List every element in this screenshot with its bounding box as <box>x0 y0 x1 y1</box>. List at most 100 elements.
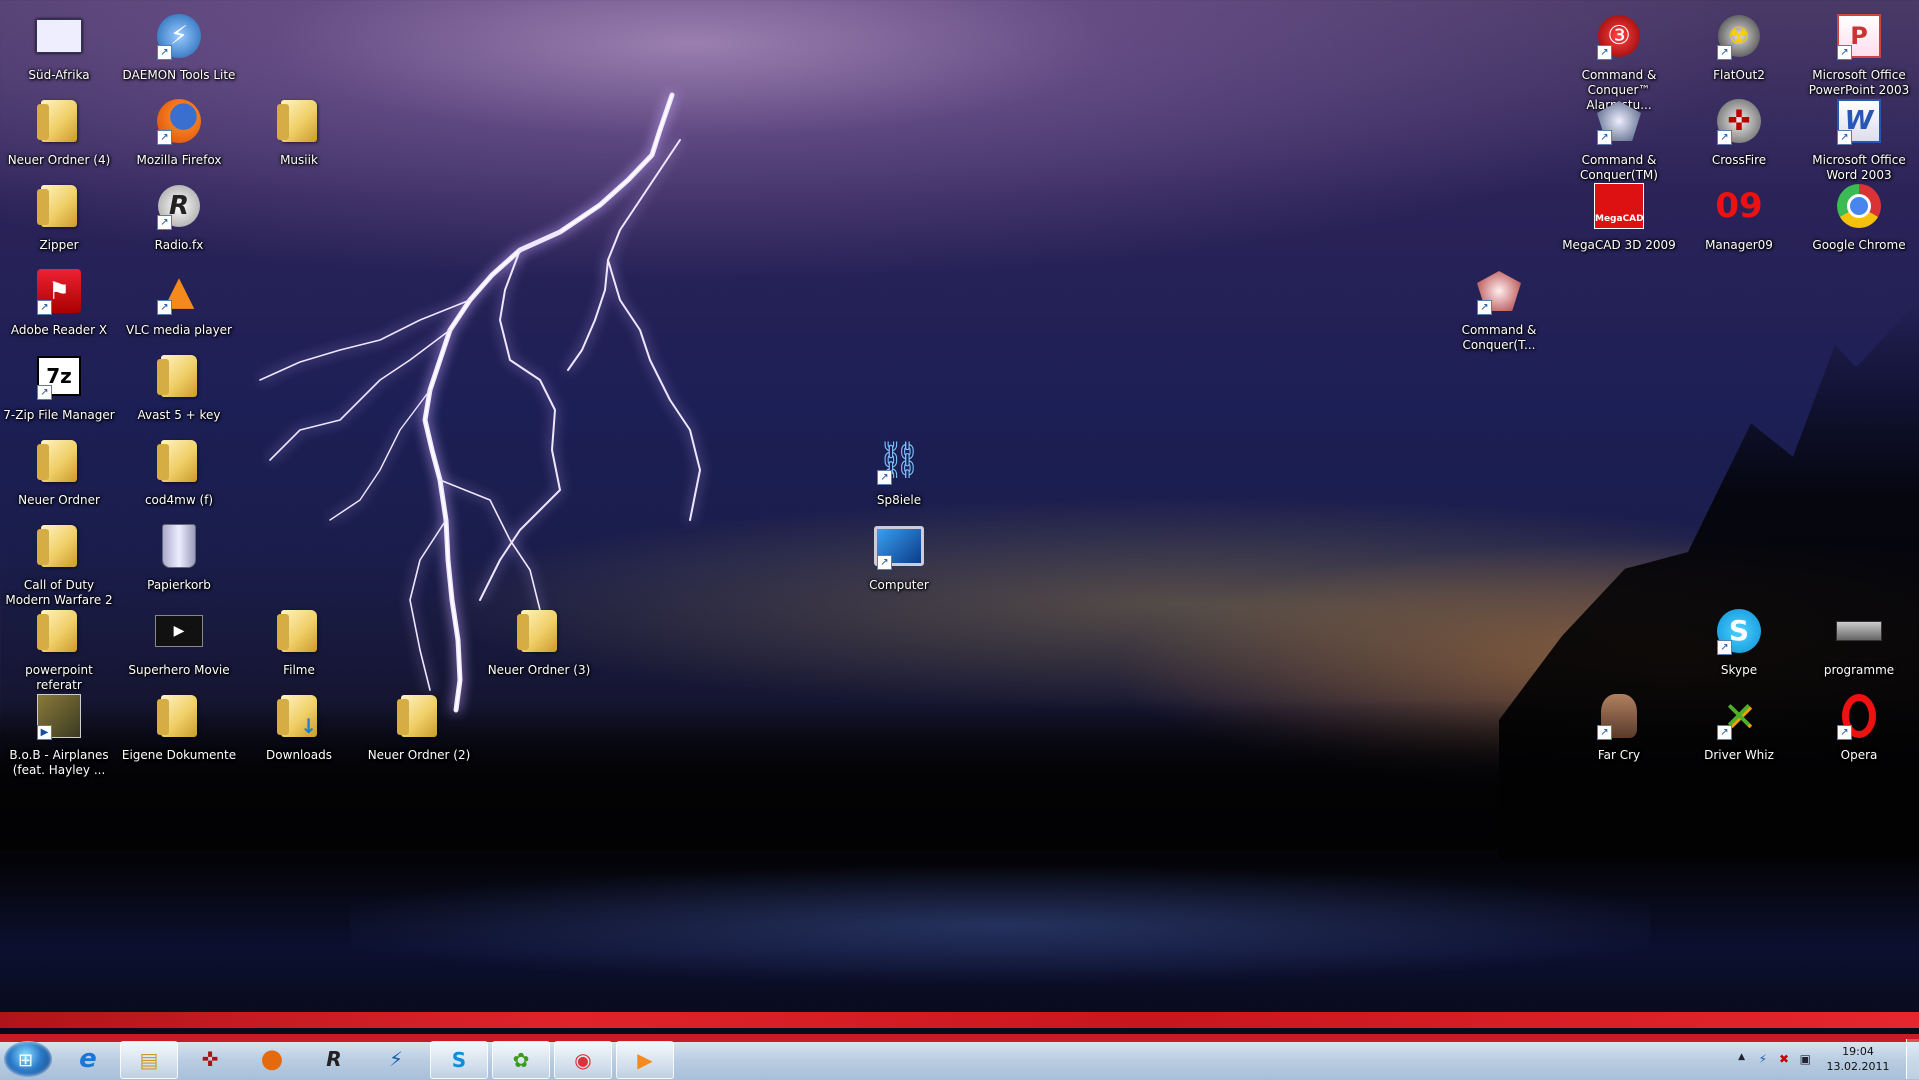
desktop-icon-neuer-ordner-2[interactable]: Neuer Ordner (2) <box>361 690 477 788</box>
start-button[interactable]: ⊞ <box>4 1041 52 1077</box>
cnc-red-alert-icon: ③ ↗ <box>1593 10 1645 62</box>
radiofx-icon: R ↗ <box>153 180 205 232</box>
desktop-icon-megacad[interactable]: MegaCAD MegaCAD 3D 2009 <box>1561 180 1677 278</box>
tray-show-hidden-icon[interactable]: ▲ <box>1738 1052 1745 1062</box>
skype-icon: S ↗ <box>1713 605 1765 657</box>
chip-icon <box>1833 605 1885 657</box>
desktop-icon-neuer-ordner[interactable]: Neuer Ordner <box>1 435 117 533</box>
desktop-icon-filme[interactable]: Filme <box>241 605 357 703</box>
taskbar-icq-icon[interactable]: ✿ <box>492 1041 550 1079</box>
desktop-icon-sp8iele[interactable]: ⛓ ↗ Sp8iele <box>841 435 957 533</box>
folder-icon <box>273 95 325 147</box>
desktop-icon-opera[interactable]: ↗ Opera <box>1801 690 1917 788</box>
desktop-icon-avast[interactable]: Avast 5 + key <box>121 350 237 448</box>
recycle-bin-icon <box>153 520 205 572</box>
taskbar-radiofx-icon[interactable]: R <box>306 1041 362 1077</box>
flatout-icon: ☢ ↗ <box>1713 10 1765 62</box>
folder-icon <box>393 690 445 742</box>
tray-volume-icon[interactable]: ▣ <box>1800 1052 1811 1066</box>
red-brush-stroke <box>0 1012 1919 1028</box>
adobe-reader-icon: ⚑ ↗ <box>33 265 85 317</box>
desktop-icon-papierkorb[interactable]: Papierkorb <box>121 520 237 618</box>
desktop-icon-cod-mw2[interactable]: Call of Duty Modern Warfare 2 <box>1 520 117 618</box>
desktop-icon-computer[interactable]: ↗ Computer <box>841 520 957 618</box>
taskbar-skype-icon[interactable]: S <box>430 1041 488 1079</box>
desktop-icon-driver-whiz[interactable]: ✕ ↗ Driver Whiz <box>1681 690 1797 788</box>
media-file-icon: ▶ <box>33 690 85 742</box>
desktop-icon-eigene-dokumente[interactable]: Eigene Dokumente <box>121 690 237 788</box>
downloads-folder-icon: ↓ <box>273 690 325 742</box>
taskbar-explorer-icon[interactable]: ▤ <box>120 1041 178 1079</box>
desktop-icon-far-cry[interactable]: ↗ Far Cry <box>1561 690 1677 788</box>
desktop-icon-sued-afrika[interactable]: Süd-Afrika <box>1 10 117 108</box>
desktop-icon-radiofx[interactable]: R ↗ Radio.fx <box>121 180 237 278</box>
desktop-icon-flatout2[interactable]: ☢ ↗ FlatOut2 <box>1681 10 1797 108</box>
desktop-icon-cnc-generals-2[interactable]: ↗ Command & Conquer(T... <box>1441 265 1557 363</box>
tray-daemon-icon[interactable]: ⚡ <box>1759 1052 1767 1066</box>
tray-network-icon[interactable]: ✖ <box>1779 1052 1789 1066</box>
cnc-generals-icon: ↗ <box>1593 95 1645 147</box>
taskbar-firefox-icon[interactable]: ● <box>244 1041 300 1077</box>
desktop-icon-superhero-movie[interactable]: ▶ Superhero Movie <box>121 605 237 703</box>
computer-icon: ↗ <box>873 520 925 572</box>
taskbar-internet-explorer-icon[interactable]: e <box>60 1041 116 1077</box>
farcry-icon: ↗ <box>1593 690 1645 742</box>
desktop-icon-7zip[interactable]: 7z ↗ 7-Zip File Manager <box>1 350 117 448</box>
desktop-icon-powerpoint-referatr[interactable]: powerpoint referatr <box>1 605 117 703</box>
folder-icon <box>33 180 85 232</box>
folder-icon <box>33 605 85 657</box>
network-icon: ⛓ ↗ <box>876 440 922 485</box>
document-icon <box>33 10 85 62</box>
desktop-icon-skype[interactable]: S ↗ Skype <box>1681 605 1797 703</box>
manager09-icon: 09 <box>1715 186 1763 226</box>
cnc-generals-icon: ↗ <box>1473 265 1525 317</box>
megacad-icon: MegaCAD <box>1593 180 1645 232</box>
desktop-icon-adobe-reader[interactable]: ⚑ ↗ Adobe Reader X <box>1 265 117 363</box>
desktop-icon-neuer-ordner-4[interactable]: Neuer Ordner (4) <box>1 95 117 193</box>
taskbar-daemon-tools-icon[interactable]: ⚡ <box>368 1041 424 1077</box>
tray-clock[interactable]: 19:04 13.02.2011 <box>1823 1044 1893 1074</box>
desktop-icon-downloads[interactable]: ↓ Downloads <box>241 690 357 788</box>
folder-icon <box>33 520 85 572</box>
folder-icon <box>153 350 205 402</box>
opera-icon: ↗ <box>1833 690 1885 742</box>
vlc-icon: ▲ ↗ <box>153 265 205 317</box>
taskbar-crossfire-icon[interactable]: ✜ <box>182 1041 238 1077</box>
desktop-icon-neuer-ordner-3[interactable]: Neuer Ordner (3) <box>481 605 597 703</box>
desktop-icon-vlc[interactable]: ▲ ↗ VLC media player <box>121 265 237 363</box>
show-desktop-button[interactable] <box>1906 1039 1919 1079</box>
desktop-icon-google-chrome[interactable]: Google Chrome <box>1801 180 1917 278</box>
7zip-icon: 7z ↗ <box>33 350 85 402</box>
desktop-icon-cnc-alarmstufe[interactable]: ③↗ Command & Conquer™ Alarmstu... <box>1561 10 1677 112</box>
taskbar-media-player-icon[interactable]: ▶ <box>616 1041 674 1079</box>
windows-logo-icon: ⊞ <box>18 1050 34 1071</box>
clock-time: 19:04 <box>1842 1045 1874 1058</box>
desktop-icon-cnc-generals[interactable]: ↗ Command & Conquer(TM) Gen... <box>1561 95 1677 197</box>
desktop-icon-crossfire[interactable]: ✜ ↗ CrossFire <box>1681 95 1797 193</box>
word-icon: W ↗ <box>1833 95 1885 147</box>
driverwhiz-icon: ✕ ↗ <box>1713 690 1765 742</box>
folder-icon <box>153 690 205 742</box>
desktop-icon-zipper[interactable]: Zipper <box>1 180 117 278</box>
folder-icon <box>273 605 325 657</box>
crossfire-icon: ✜ ↗ <box>1713 95 1765 147</box>
desktop-icon-word-2003[interactable]: W ↗ Microsoft Office Word 2003 <box>1801 95 1917 193</box>
desktop-icon-cod4mw[interactable]: cod4mw (f) <box>121 435 237 533</box>
powerpoint-icon: P ↗ <box>1833 10 1885 62</box>
folder-icon <box>33 435 85 487</box>
folder-icon <box>153 435 205 487</box>
desktop-icon-manager09[interactable]: 09 Manager09 <box>1681 180 1797 278</box>
desktop-icon-bob-airplanes[interactable]: ▶ B.o.B - Airplanes (feat. Hayley ... <box>1 690 117 788</box>
desktop-icon-firefox[interactable]: ↗ Mozilla Firefox <box>121 95 237 193</box>
folder-icon <box>33 95 85 147</box>
desktop-icon-powerpoint-2003[interactable]: P ↗ Microsoft Office PowerPoint 2003 <box>1801 10 1917 108</box>
firefox-icon: ↗ <box>153 95 205 147</box>
clock-date: 13.02.2011 <box>1826 1060 1890 1073</box>
desktop-icon-programme[interactable]: programme <box>1801 605 1917 703</box>
desktop-icon-musiik[interactable]: Musiik <box>241 95 357 193</box>
taskbar-chrome-icon[interactable]: ◉ <box>554 1041 612 1079</box>
chrome-icon <box>1833 180 1885 232</box>
daemon-tools-icon: ⚡ ↗ <box>153 10 205 62</box>
desktop-icon-daemon-tools[interactable]: ⚡ ↗ DAEMON Tools Lite <box>121 10 237 108</box>
folder-icon <box>513 605 565 657</box>
